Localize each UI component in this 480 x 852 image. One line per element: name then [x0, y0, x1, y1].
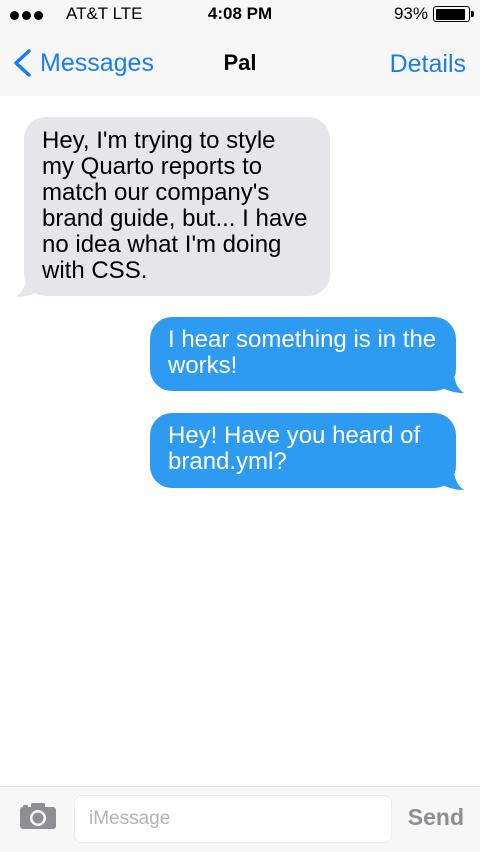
status-bar: AT&T LTE 4:08 PM 93% — [0, 0, 480, 30]
battery-percentage: 93% — [393, 4, 428, 23]
details-button[interactable]: Details — [390, 50, 466, 79]
message-thread[interactable]: Hey, I'm trying to style my Quarto repor… — [0, 96, 480, 786]
navigation-bar: Messages Pal Details — [0, 30, 480, 96]
received-bubble-tail — [16, 276, 44, 297]
message-text: Hey, I'm trying to style my Quarto repor… — [42, 127, 308, 284]
send-button[interactable]: Send — [408, 804, 464, 831]
message-input-container — [74, 795, 392, 843]
message-text: Hey! Have you heard of brand.yml? — [168, 422, 421, 475]
battery-icon — [433, 6, 474, 22]
message-input[interactable] — [75, 796, 391, 842]
sent-bubble-tail — [436, 372, 464, 393]
sent-message-bubble: I hear something is in the works! — [150, 317, 456, 391]
sent-bubble-tail — [436, 469, 464, 490]
camera-icon[interactable] — [18, 801, 58, 831]
sent-message-bubble: Hey! Have you heard of brand.yml? — [150, 413, 456, 488]
message-composer: Send — [0, 786, 480, 852]
received-message-bubble: Hey, I'm trying to style my Quarto repor… — [24, 117, 330, 296]
message-text: I hear something is in the works! — [168, 326, 437, 379]
